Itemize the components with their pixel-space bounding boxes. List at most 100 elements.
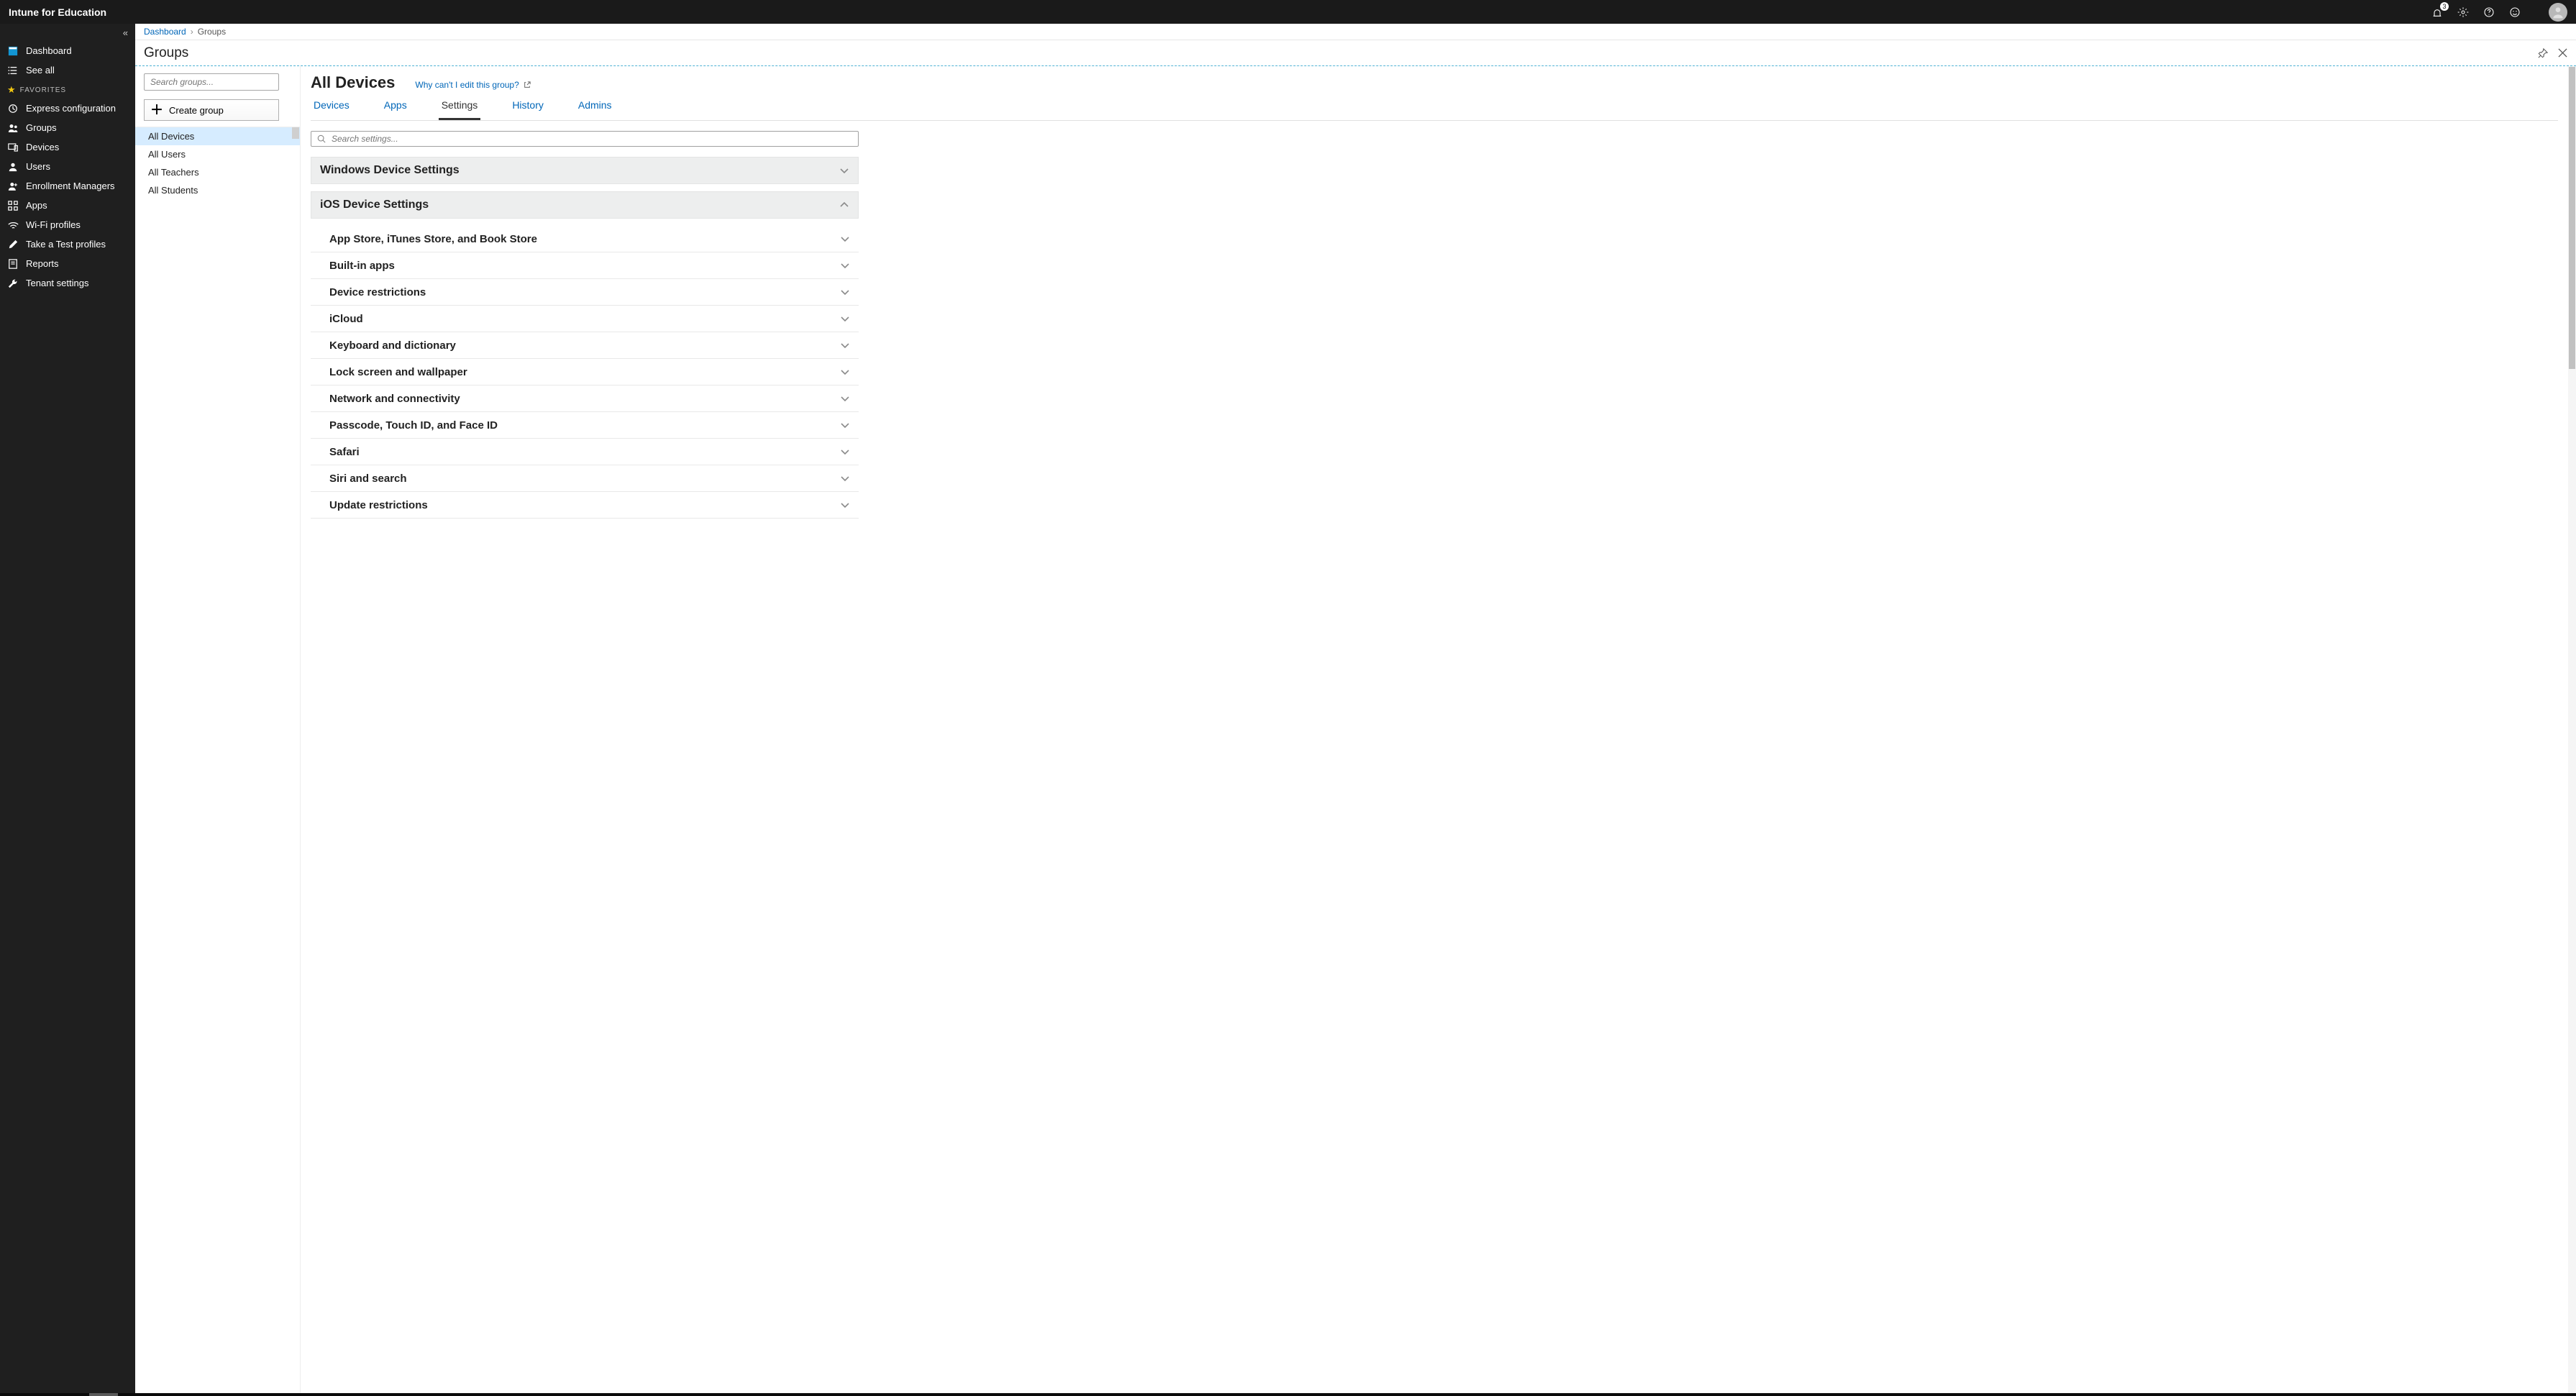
star-icon: ★ xyxy=(7,84,16,96)
sidebar-item-label: Devices xyxy=(26,142,59,152)
settings-section[interactable]: iOS Device Settings xyxy=(311,191,859,219)
users-icon xyxy=(7,161,19,173)
chevron-down-icon xyxy=(840,234,850,244)
favorites-label: FAVORITES xyxy=(20,86,66,94)
group-item[interactable]: All Devices xyxy=(135,127,300,145)
sidebar-item-label: Groups xyxy=(26,122,57,133)
chevron-down-icon xyxy=(840,367,850,377)
group-item[interactable]: All Users xyxy=(135,145,300,163)
groups-icon xyxy=(7,122,19,134)
create-group-label: Create group xyxy=(169,105,224,116)
chevron-down-icon xyxy=(840,420,850,430)
sidebar-item-express-config[interactable]: Express configuration xyxy=(0,99,135,118)
settings-subrow[interactable]: Update restrictions xyxy=(311,492,859,519)
sidebar-item-dashboard[interactable]: Dashboard xyxy=(0,41,135,60)
group-item[interactable]: All Teachers xyxy=(135,163,300,181)
chevron-down-icon xyxy=(839,165,849,175)
sidebar-item-label: Reports xyxy=(26,258,59,269)
pin-icon[interactable] xyxy=(2538,48,2548,58)
chevron-down-icon xyxy=(840,340,850,350)
search-icon xyxy=(317,134,326,143)
avatar[interactable] xyxy=(2549,3,2567,22)
settings-subrow[interactable]: Passcode, Touch ID, and Face ID xyxy=(311,412,859,439)
breadcrumb-current: Groups xyxy=(198,27,226,37)
search-groups-input[interactable] xyxy=(144,73,279,91)
breadcrumb-root[interactable]: Dashboard xyxy=(144,27,186,37)
settings-subrow[interactable]: App Store, iTunes Store, and Book Store xyxy=(311,226,859,252)
chevron-down-icon xyxy=(840,447,850,457)
page-title: Groups xyxy=(144,45,188,61)
tab-apps[interactable]: Apps xyxy=(381,99,410,120)
detail-title: All Devices xyxy=(311,73,395,92)
topbar: Intune for Education 3 xyxy=(0,0,2576,24)
sidebar-item-enrollment-managers[interactable]: Enrollment Managers xyxy=(0,176,135,196)
settings-subrow[interactable]: iCloud xyxy=(311,306,859,332)
notifications-icon[interactable]: 3 xyxy=(2431,6,2444,19)
collapse-sidebar-icon[interactable]: « xyxy=(123,27,128,38)
group-item[interactable]: All Students xyxy=(135,181,300,199)
sidebar-item-test-profiles[interactable]: Take a Test profiles xyxy=(0,234,135,254)
group-list: All DevicesAll UsersAll TeachersAll Stud… xyxy=(135,127,300,1393)
chevron-down-icon xyxy=(840,473,850,483)
detail-panel: All Devices Why can't I edit this group?… xyxy=(301,66,2576,1393)
notifications-badge: 3 xyxy=(2440,2,2449,11)
tab-history[interactable]: History xyxy=(509,99,547,120)
sidebar-item-devices[interactable]: Devices xyxy=(0,137,135,157)
sidebar-item-label: Apps xyxy=(26,200,47,211)
tab-settings[interactable]: Settings xyxy=(439,99,481,120)
search-settings-wrap[interactable] xyxy=(311,131,859,147)
settings-icon[interactable] xyxy=(2457,6,2470,19)
main-area: Dashboard › Groups Groups ＋ xyxy=(135,24,2576,1393)
detail-scrollbar[interactable] xyxy=(2568,66,2576,1393)
enrollment-icon xyxy=(7,181,19,192)
dashboard-icon xyxy=(7,45,19,57)
edit-group-help-link[interactable]: Why can't I edit this group? xyxy=(415,80,530,90)
close-icon[interactable] xyxy=(2558,48,2567,58)
sidebar-item-label: Users xyxy=(26,161,50,172)
favorites-header: ★ FAVORITES xyxy=(0,80,135,99)
chevron-down-icon xyxy=(840,287,850,297)
sidebar-item-wifi[interactable]: Wi-Fi profiles xyxy=(0,215,135,234)
chevron-down-icon xyxy=(840,500,850,510)
sidebar-item-label: Express configuration xyxy=(26,103,116,114)
groups-scrollbar[interactable] xyxy=(291,127,300,1393)
apps-icon xyxy=(7,200,19,211)
external-link-icon xyxy=(524,81,531,88)
sidebar-item-users[interactable]: Users xyxy=(0,157,135,176)
settings-subrow[interactable]: Device restrictions xyxy=(311,279,859,306)
feedback-icon[interactable] xyxy=(2508,6,2521,19)
edit-group-help-label: Why can't I edit this group? xyxy=(415,80,519,90)
settings-subrow[interactable]: Lock screen and wallpaper xyxy=(311,359,859,386)
tab-admins[interactable]: Admins xyxy=(575,99,615,120)
tab-devices[interactable]: Devices xyxy=(311,99,352,120)
sidebar-item-tenant-settings[interactable]: Tenant settings xyxy=(0,273,135,293)
create-group-button[interactable]: ＋ Create group xyxy=(144,99,279,121)
settings-subrow[interactable]: Siri and search xyxy=(311,465,859,492)
chevron-up-icon xyxy=(839,200,849,210)
sidebar-item-label: Take a Test profiles xyxy=(26,239,106,250)
settings-subrow[interactable]: Built-in apps xyxy=(311,252,859,279)
list-icon xyxy=(7,65,19,76)
reports-icon xyxy=(7,258,19,270)
chevron-down-icon xyxy=(840,260,850,270)
settings-subrow[interactable]: Safari xyxy=(311,439,859,465)
sidebar-item-label: Wi-Fi profiles xyxy=(26,219,81,230)
detail-tabs: Devices Apps Settings History Admins xyxy=(311,99,2558,121)
settings-section[interactable]: Windows Device Settings xyxy=(311,157,859,184)
sidebar-item-reports[interactable]: Reports xyxy=(0,254,135,273)
sidebar-item-groups[interactable]: Groups xyxy=(0,118,135,137)
help-icon[interactable] xyxy=(2483,6,2495,19)
sidebar-item-see-all[interactable]: See all xyxy=(0,60,135,80)
chevron-right-icon: › xyxy=(191,27,193,37)
brand-label: Intune for Education xyxy=(9,6,106,18)
search-settings-input[interactable] xyxy=(332,134,852,144)
sidebar: « Dashboard See all ★ FAVORITES Express … xyxy=(0,24,135,1393)
sidebar-item-label: Dashboard xyxy=(26,45,72,56)
sidebar-item-label: See all xyxy=(26,65,55,76)
sidebar-item-apps[interactable]: Apps xyxy=(0,196,135,215)
pencil-icon xyxy=(7,239,19,250)
express-config-icon xyxy=(7,103,19,114)
sidebar-item-label: Tenant settings xyxy=(26,278,88,288)
settings-subrow[interactable]: Network and connectivity xyxy=(311,386,859,412)
settings-subrow[interactable]: Keyboard and dictionary xyxy=(311,332,859,359)
